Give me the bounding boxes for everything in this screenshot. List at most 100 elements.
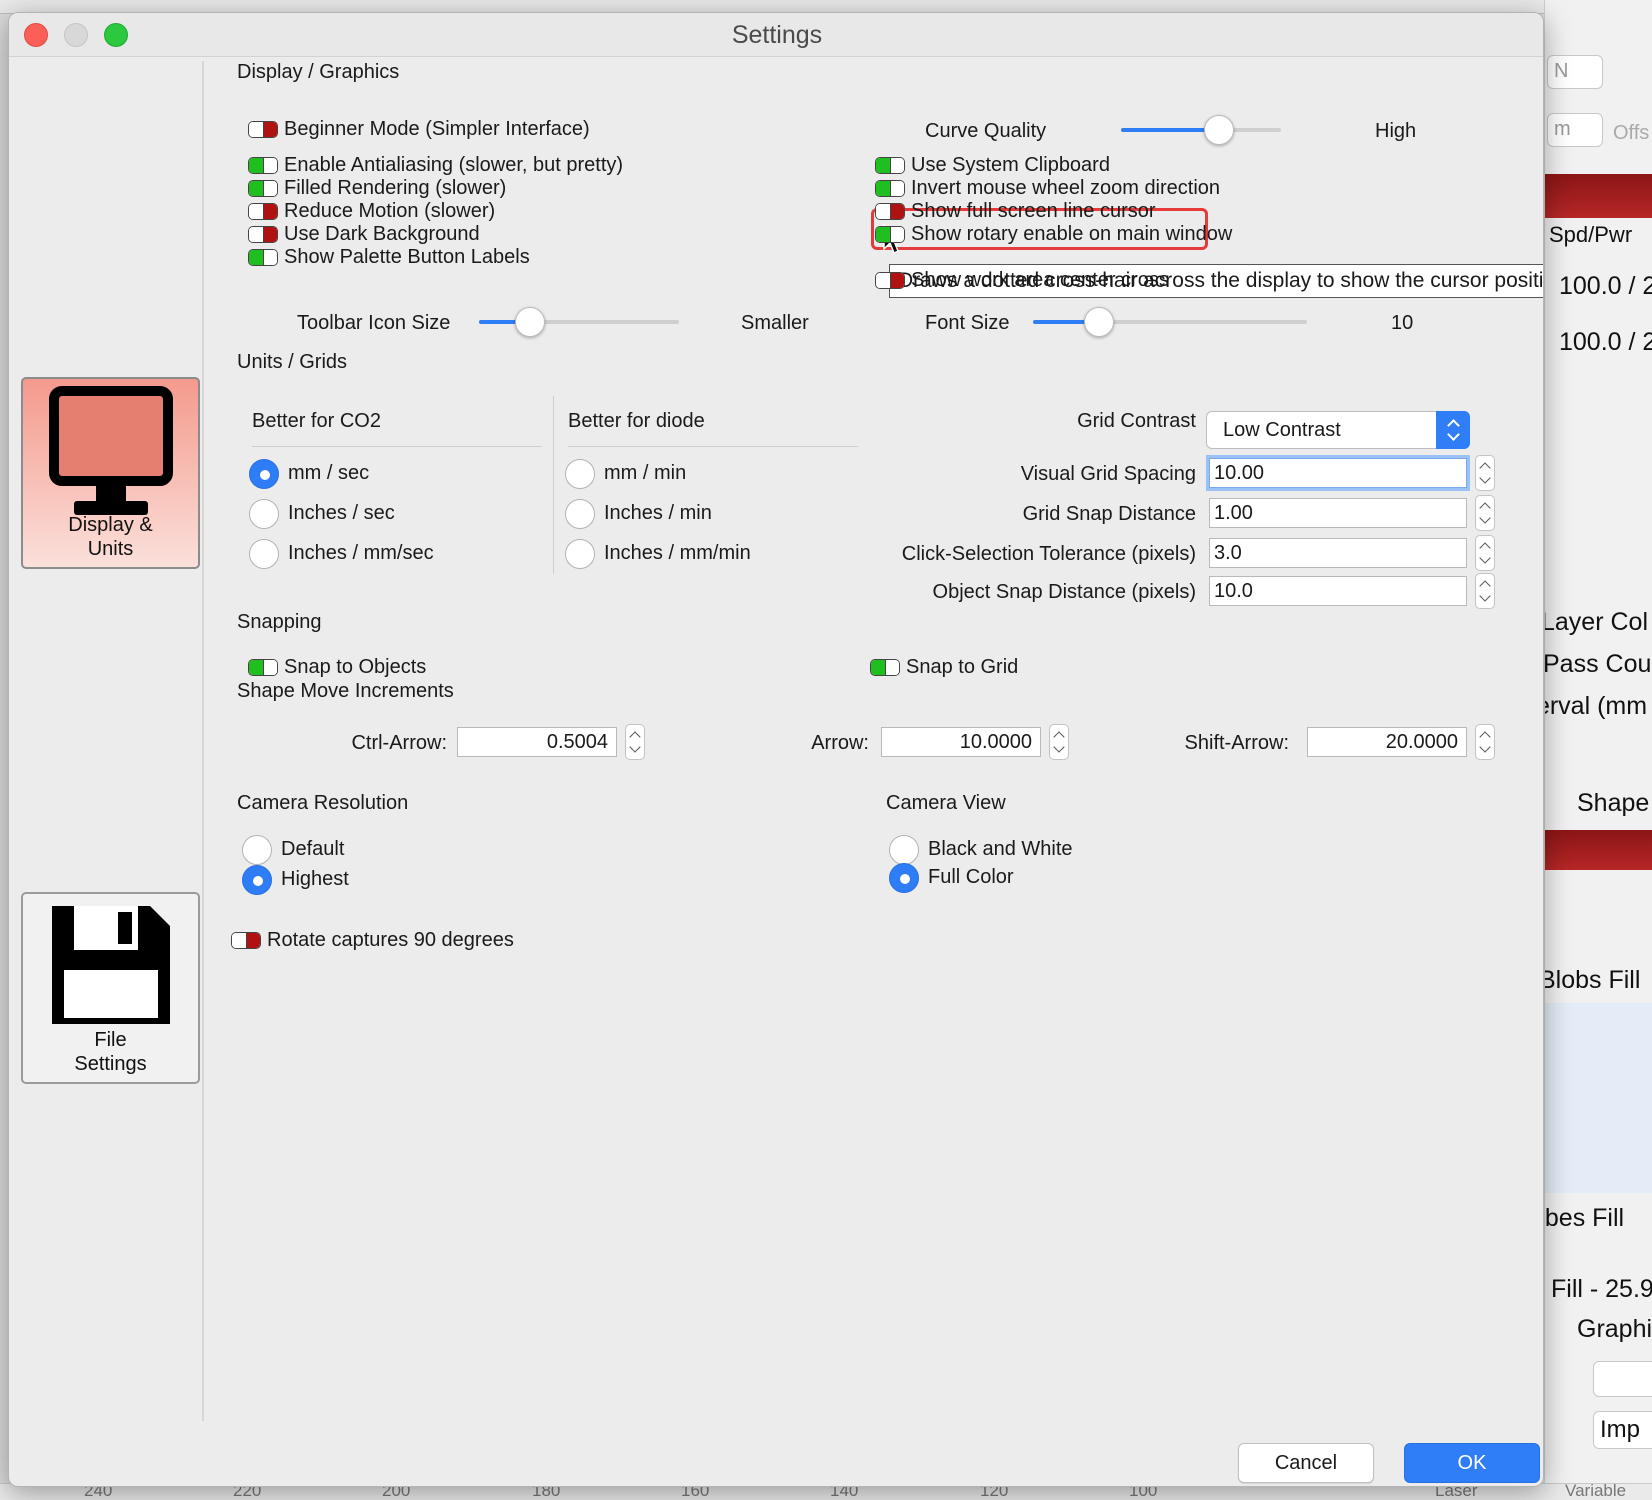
radio-option[interactable]: Full Color <box>889 863 1119 893</box>
radio-option[interactable]: Highest <box>242 865 472 895</box>
radio-circle[interactable] <box>565 459 595 489</box>
toggle-switch[interactable] <box>248 157 278 174</box>
toolbar-icon-size-value: Smaller <box>741 312 809 334</box>
diode-header: Better for diode <box>568 410 705 432</box>
toggle-switch[interactable] <box>248 249 278 266</box>
curve-quality-label: Curve Quality <box>925 120 1047 142</box>
setting-toggle[interactable]: Use Dark Background <box>248 223 668 245</box>
visual-grid-spacing-input[interactable]: 10.00 <box>1209 458 1467 488</box>
radio-circle[interactable] <box>565 499 595 529</box>
bg-label: Graphi <box>1577 1315 1652 1343</box>
toggle-label: Show work area center cross <box>911 269 1169 291</box>
sidebar-item-display-units[interactable]: Display & Units <box>21 377 200 569</box>
shift-arrow-stepper[interactable] <box>1475 724 1495 760</box>
toggle-switch[interactable] <box>875 180 905 197</box>
toggle-switch[interactable] <box>248 226 278 243</box>
setting-toggle[interactable]: Show full screen line cursor <box>875 200 1295 222</box>
setting-toggle[interactable]: Reduce Motion (slower) <box>248 200 668 222</box>
object-snap-distance-label: Object Snap Distance (pixels) <box>932 581 1196 603</box>
toggle-switch[interactable] <box>231 932 261 949</box>
toggle-label: Reduce Motion (slower) <box>284 200 496 222</box>
bg-header-bar <box>1545 830 1652 870</box>
toggle-switch[interactable] <box>875 226 905 243</box>
shift-arrow-input[interactable]: 20.0000 <box>1307 727 1467 757</box>
sidebar-item-label: File Settings <box>74 1029 147 1075</box>
toggle-switch[interactable] <box>248 180 278 197</box>
toggle-label: Use System Clipboard <box>911 154 1110 176</box>
toggle-label: Show rotary enable on main window <box>911 223 1233 245</box>
radio-circle[interactable] <box>249 499 279 529</box>
radio-option[interactable]: mm / min <box>565 459 795 489</box>
toggle-switch[interactable] <box>875 203 905 220</box>
radio-option[interactable]: Inches / mm/sec <box>249 539 479 569</box>
font-size-slider[interactable] <box>1033 307 1307 337</box>
radio-option[interactable]: Inches / min <box>565 499 795 529</box>
setting-toggle[interactable]: Enable Antialiasing (slower, but pretty) <box>248 154 668 176</box>
bg-label: 100.0 / 2 <box>1559 328 1652 356</box>
toggle-switch[interactable] <box>875 272 905 289</box>
visual-grid-spacing-stepper[interactable] <box>1475 455 1495 491</box>
radio-circle[interactable] <box>242 835 272 865</box>
radio-circle[interactable] <box>249 459 279 489</box>
setting-toggle[interactable]: Filled Rendering (slower) <box>248 177 668 199</box>
ctrl-arrow-stepper[interactable] <box>625 724 645 760</box>
arrow-stepper[interactable] <box>1049 724 1069 760</box>
click-tolerance-input[interactable]: 3.0 <box>1209 538 1467 568</box>
slider-knob[interactable] <box>1084 307 1115 337</box>
toggle-switch[interactable] <box>248 203 278 220</box>
radio-option[interactable]: Default <box>242 835 472 865</box>
grid-snap-distance-input[interactable]: 1.00 <box>1209 498 1467 528</box>
object-snap-distance-input[interactable]: 10.0 <box>1209 576 1467 606</box>
setting-toggle[interactable]: Show Palette Button Labels <box>248 246 668 268</box>
radio-label: Inches / mm/min <box>604 542 751 564</box>
sidebar-divider <box>202 61 204 1421</box>
co2-header: Better for CO2 <box>252 410 381 432</box>
bg-label: Variable <box>1565 1483 1627 1500</box>
slider-knob[interactable] <box>1204 115 1235 145</box>
snap-to-objects-toggle[interactable]: Snap to Objects <box>248 656 488 678</box>
toggle-switch[interactable] <box>875 157 905 174</box>
setting-toggle[interactable]: Show work area center cross <box>875 269 1295 291</box>
rotate-captures-toggle[interactable]: Rotate captures 90 degrees <box>231 929 551 951</box>
radio-option[interactable]: mm / sec <box>249 459 479 489</box>
toolbar-icon-size-label: Toolbar Icon Size <box>297 312 451 334</box>
click-tolerance-stepper[interactable] <box>1475 535 1495 571</box>
cancel-button[interactable]: Cancel <box>1238 1443 1374 1483</box>
setting-toggle[interactable]: Beginner Mode (Simpler Interface) <box>248 118 668 140</box>
bg-label: ubes Fill <box>1544 1204 1625 1232</box>
toggle-label: Snap to Grid <box>906 656 1019 678</box>
ctrl-arrow-input[interactable]: 0.5004 <box>457 727 617 757</box>
sidebar-item-file-settings[interactable]: File Settings <box>21 892 200 1084</box>
object-snap-distance-stepper[interactable] <box>1475 573 1495 609</box>
radio-option[interactable]: Inches / sec <box>249 499 479 529</box>
slider-knob[interactable] <box>514 307 545 337</box>
radio-circle[interactable] <box>565 539 595 569</box>
radio-circle[interactable] <box>889 835 919 865</box>
toolbar-icon-size-slider[interactable] <box>479 307 679 337</box>
curve-quality-slider[interactable] <box>1121 115 1281 145</box>
arrow-input[interactable]: 10.0000 <box>881 727 1041 757</box>
toggle-label: Snap to Objects <box>284 656 427 678</box>
radio-label: Black and White <box>928 838 1073 860</box>
radio-circle[interactable] <box>249 539 279 569</box>
grid-snap-distance-stepper[interactable] <box>1475 495 1495 531</box>
radio-circle[interactable] <box>889 863 919 893</box>
title-bar: Settings <box>9 13 1543 57</box>
window-title: Settings <box>731 21 823 49</box>
grid-contrast-select[interactable]: Low Contrast <box>1206 411 1470 449</box>
radio-circle[interactable] <box>242 865 272 895</box>
setting-toggle[interactable]: Invert mouse wheel zoom direction <box>875 177 1295 199</box>
radio-label: mm / min <box>604 462 687 484</box>
toggle-switch[interactable] <box>248 121 278 138</box>
toggle-switch[interactable] <box>870 659 900 676</box>
bg-label: Shape <box>1577 789 1650 817</box>
bg-label: Spd/Pwr <box>1549 222 1633 247</box>
setting-toggle[interactable]: Show rotary enable on main window <box>875 223 1295 245</box>
ok-button[interactable]: OK <box>1404 1443 1540 1483</box>
snap-to-grid-toggle[interactable]: Snap to Grid <box>870 656 1070 678</box>
toggle-switch[interactable] <box>248 659 278 676</box>
radio-option[interactable]: Black and White <box>889 835 1119 865</box>
setting-toggle[interactable]: Use System Clipboard <box>875 154 1295 176</box>
radio-option[interactable]: Inches / mm/min <box>565 539 795 569</box>
radio-label: Highest <box>281 868 349 890</box>
